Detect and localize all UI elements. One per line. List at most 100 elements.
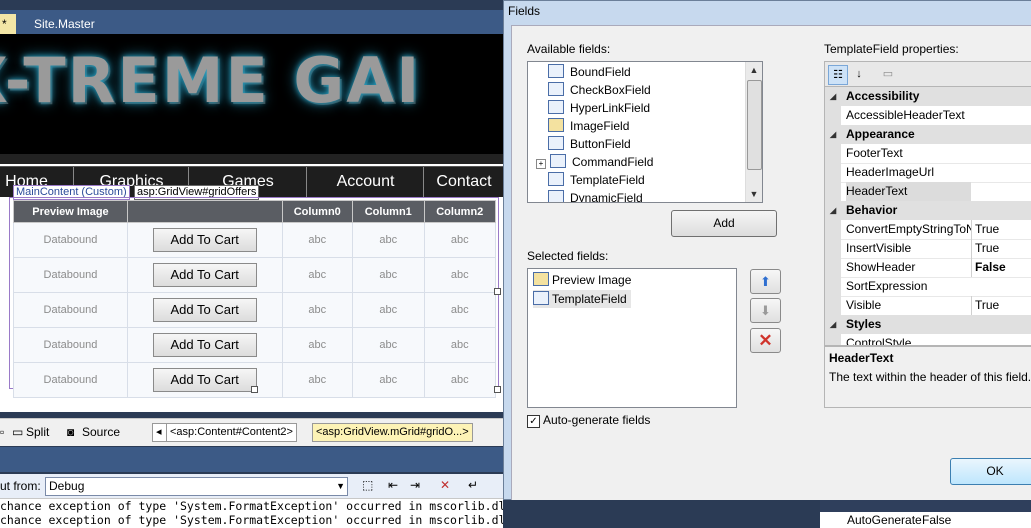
tree-item-imagefield[interactable]: ImageField: [548, 117, 629, 135]
grid-header-cell: Preview Image: [13, 200, 128, 223]
property-row[interactable]: Visible True: [825, 296, 1031, 316]
add-to-cart-button[interactable]: Add To Cart: [152, 298, 257, 322]
property-row[interactable]: InsertVisible True: [825, 239, 1031, 259]
tree-item-buttonfield[interactable]: ButtonField: [548, 135, 631, 153]
move-up-button[interactable]: ⬆: [750, 269, 781, 294]
clear-all-icon[interactable]: ✕: [440, 478, 450, 492]
row-margin: [825, 258, 841, 277]
tree-item-templatefield[interactable]: TemplateField: [548, 171, 645, 189]
category-name: Accessibility: [846, 89, 920, 103]
properties-row-autogenerate[interactable]: AutoGenerate False: [820, 512, 1031, 528]
tab-modified-document[interactable]: *: [0, 14, 16, 34]
grid-cell: Add To Cart: [126, 292, 283, 328]
breadcrumb-gridview[interactable]: <asp:GridView.mGrid#gridO...>: [312, 423, 473, 442]
find-message-icon[interactable]: ⬚: [362, 478, 373, 492]
show-output-from-label: ut from:: [0, 479, 41, 493]
goto-previous-icon[interactable]: ⇤: [388, 478, 398, 492]
breadcrumb-content[interactable]: <asp:Content#Content2>: [166, 423, 297, 442]
grid-cell: abc: [281, 222, 354, 258]
scroll-up-icon[interactable]: ▲: [746, 62, 762, 78]
selected-fields-list[interactable]: Preview Image TemplateField: [527, 268, 737, 408]
property-value[interactable]: False: [971, 258, 1031, 277]
tree-item-label: CheckBoxField: [570, 83, 651, 97]
output-text: chance exception of type 'System.FormatE…: [0, 499, 503, 528]
split-view-icon[interactable]: ▭: [12, 425, 23, 439]
collapse-icon[interactable]: ◢: [830, 87, 836, 106]
collapse-icon[interactable]: ◢: [830, 201, 836, 220]
property-row-selected[interactable]: HeaderText: [825, 182, 1031, 202]
move-down-button[interactable]: ⬇: [750, 298, 781, 323]
property-row[interactable]: ControlStyle: [825, 334, 1031, 345]
add-to-cart-button[interactable]: Add To Cart: [152, 263, 257, 287]
property-row[interactable]: AccessibleHeaderText: [825, 106, 1031, 126]
property-value[interactable]: True: [971, 239, 1031, 258]
property-name: AutoGenerate: [847, 513, 922, 527]
design-view-icon[interactable]: ▫: [0, 425, 4, 439]
tree-item-checkboxfield[interactable]: CheckBoxField: [548, 81, 651, 99]
add-to-cart-button[interactable]: Add To Cart: [152, 333, 257, 357]
goto-next-icon[interactable]: ⇥: [410, 478, 420, 492]
list-item[interactable]: Preview Image: [533, 271, 631, 289]
tree-item-hyperlinkfield[interactable]: HyperLinkField: [548, 99, 650, 117]
arrow-down-icon: ⬇: [760, 303, 771, 318]
delete-x-icon: ✕: [758, 331, 773, 350]
description-text: The text within the header of this field…: [829, 370, 1031, 384]
grid-cell: Databound: [13, 292, 128, 328]
add-to-cart-button[interactable]: Add To Cart: [152, 228, 257, 252]
property-category[interactable]: ◢ Behavior: [825, 201, 1031, 220]
grid-cell: abc: [352, 292, 425, 328]
expand-plus-icon[interactable]: +: [536, 159, 546, 169]
grid-cell: abc: [352, 257, 425, 293]
available-fields-tree[interactable]: BoundField CheckBoxField HyperLinkField …: [527, 61, 763, 203]
row-margin: [825, 163, 841, 182]
add-field-button[interactable]: Add: [671, 210, 777, 237]
delete-field-button[interactable]: ✕: [750, 328, 781, 353]
grid-cell: abc: [423, 327, 496, 363]
ok-button[interactable]: OK: [950, 458, 1031, 485]
collapse-icon[interactable]: ◢: [830, 315, 836, 334]
list-item-selected[interactable]: TemplateField: [533, 290, 631, 308]
tree-item-boundfield[interactable]: BoundField: [548, 63, 631, 81]
property-row[interactable]: FooterText: [825, 144, 1031, 164]
alphabetical-sort-icon[interactable]: ↓: [850, 65, 868, 83]
grid-cell: abc: [281, 292, 354, 328]
property-grid[interactable]: ◢ Accessibility AccessibleHeaderText ◢ App…: [824, 86, 1031, 346]
resize-handle[interactable]: [494, 288, 501, 295]
output-source-select[interactable]: Debug ▼: [45, 477, 348, 496]
resize-handle[interactable]: [494, 386, 501, 393]
gridview-selection[interactable]: Preview Image Column0 Column1 Column2 Da…: [9, 197, 501, 398]
word-wrap-icon[interactable]: ↵: [468, 478, 478, 492]
property-value[interactable]: True: [971, 296, 1031, 315]
tab-site-master[interactable]: Site.Master: [28, 14, 101, 34]
available-fields-label: Available fields:: [527, 42, 611, 56]
source-view-button[interactable]: Source: [82, 425, 120, 439]
property-row[interactable]: HeaderImageUrl: [825, 163, 1031, 183]
resize-handle[interactable]: [251, 386, 258, 393]
property-category[interactable]: ◢ Accessibility: [825, 87, 1031, 106]
property-name: ShowHeader: [846, 260, 916, 274]
scroll-down-icon[interactable]: ▼: [746, 186, 762, 202]
property-row[interactable]: ConvertEmptyStringToNullTrue: [825, 220, 1031, 240]
property-category[interactable]: ◢ Appearance: [825, 125, 1031, 144]
property-row[interactable]: ShowHeader False: [825, 258, 1031, 278]
nav-contact[interactable]: Contact: [423, 167, 504, 197]
categorized-icon[interactable]: ☷: [828, 65, 848, 85]
split-view-button[interactable]: Split: [26, 425, 49, 439]
property-row[interactable]: SortExpression: [825, 277, 1031, 297]
collapse-icon[interactable]: ◢: [830, 125, 836, 144]
auto-generate-checkbox[interactable]: ✓: [527, 415, 540, 428]
chevron-down-icon: ▼: [336, 481, 345, 491]
property-category[interactable]: ◢ Styles: [825, 315, 1031, 334]
property-value[interactable]: True: [971, 220, 1031, 239]
source-view-icon[interactable]: ◙: [67, 425, 74, 439]
available-fields-scrollbar[interactable]: ▲ ▼: [745, 62, 762, 202]
nav-account[interactable]: Account: [306, 167, 424, 197]
add-to-cart-button[interactable]: Add To Cart: [152, 368, 257, 392]
tree-item-dynamicfield[interactable]: DynamicField: [548, 189, 643, 202]
hyperlink-field-icon: [548, 100, 564, 114]
scroll-thumb[interactable]: [747, 80, 762, 170]
property-pages-icon[interactable]: ▭: [879, 65, 897, 83]
tree-item-commandfield[interactable]: + CommandField: [536, 153, 653, 171]
output-line: chance exception of type 'System.FormatE…: [0, 513, 503, 527]
command-field-icon: [550, 154, 566, 168]
